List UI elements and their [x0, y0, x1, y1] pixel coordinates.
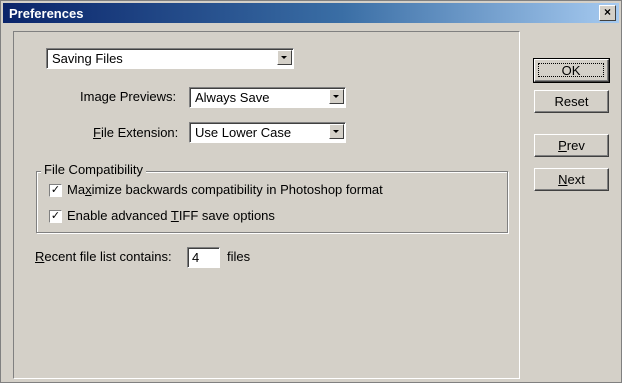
preferences-dialog: Preferences × Saving Files Image Preview… — [0, 0, 622, 383]
recent-files-suffix: files — [227, 249, 251, 264]
image-previews-label: Image Previews: — [80, 89, 177, 104]
tiff-options-label[interactable]: Enable advanced TIFF save options — [67, 207, 275, 225]
prev-button[interactable]: Prev — [534, 134, 609, 157]
recent-files-label: Recent file list contains: — [35, 249, 172, 264]
next-button[interactable]: Next — [534, 168, 609, 191]
checkmark-icon: ✓ — [50, 184, 61, 196]
title-bar[interactable]: Preferences × — [3, 3, 619, 23]
chevron-down-icon[interactable] — [329, 124, 344, 139]
image-previews-value: Always Save — [195, 90, 270, 105]
ok-button[interactable]: OK — [533, 58, 610, 83]
recent-files-input[interactable]: 4 — [187, 247, 220, 268]
section-select-value: Saving Files — [52, 51, 123, 66]
maximize-compat-label[interactable]: Maximize backwards compatibility in Phot… — [67, 181, 383, 199]
reset-button[interactable]: Reset — [534, 90, 609, 113]
chevron-down-icon[interactable] — [277, 50, 292, 65]
image-previews-select[interactable]: Always Save — [189, 87, 346, 108]
checkmark-icon: ✓ — [50, 210, 61, 222]
window-title: Preferences — [9, 6, 84, 21]
recent-files-value: 4 — [192, 250, 200, 265]
file-extension-label: File Extension: — [93, 125, 179, 140]
tiff-options-checkbox[interactable]: ✓ — [49, 210, 62, 223]
section-select[interactable]: Saving Files — [46, 48, 294, 69]
chevron-down-icon[interactable] — [329, 89, 344, 104]
file-extension-select[interactable]: Use Lower Case — [189, 122, 346, 143]
close-icon: × — [603, 5, 611, 19]
maximize-compat-checkbox[interactable]: ✓ — [49, 184, 62, 197]
file-extension-value: Use Lower Case — [195, 125, 292, 140]
close-button[interactable]: × — [599, 5, 616, 21]
file-compatibility-title: File Compatibility — [41, 161, 146, 179]
